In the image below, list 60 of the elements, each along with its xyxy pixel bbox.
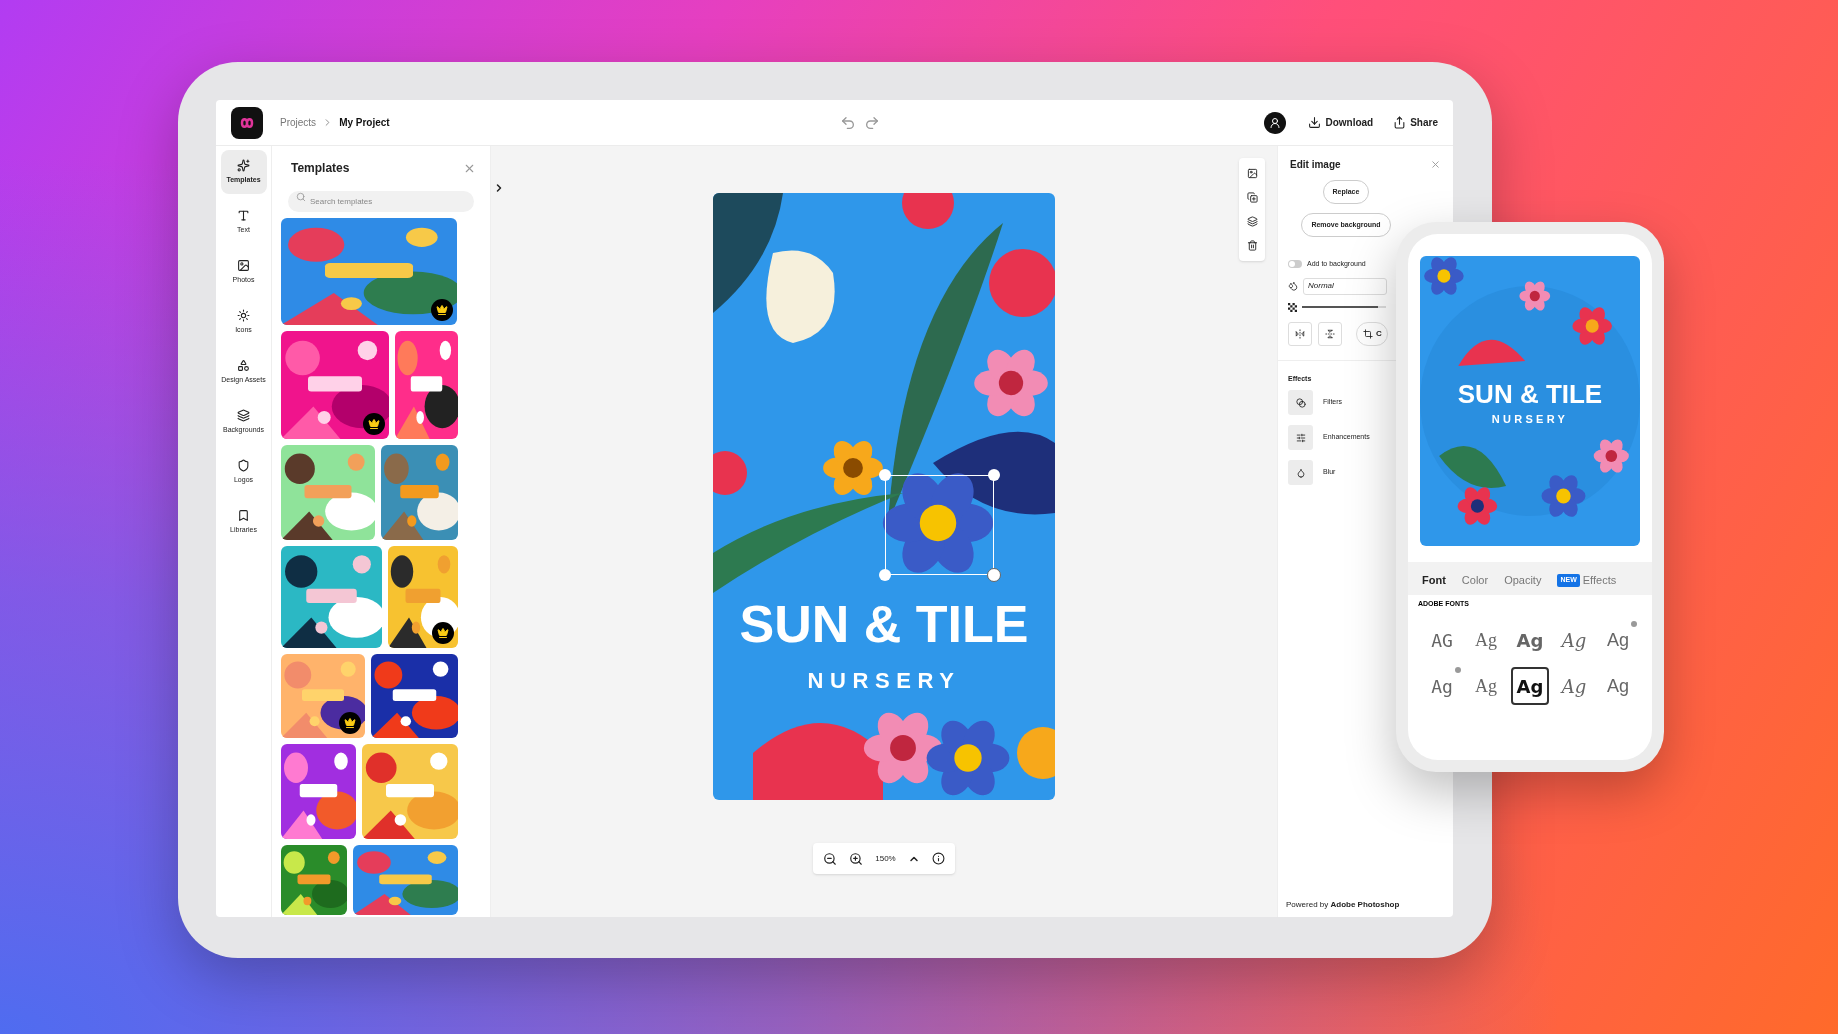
search-field[interactable]: Search templates	[288, 191, 474, 212]
selection-frame[interactable]	[878, 468, 1001, 582]
font-tile[interactable]: Ag	[1599, 621, 1637, 659]
search-icon	[296, 192, 306, 202]
bookmark-icon	[237, 508, 250, 522]
font-tile[interactable]: Ag	[1467, 667, 1505, 705]
phone-tab[interactable]: Opacity	[1504, 572, 1542, 589]
zoom-level[interactable]: 150%	[875, 852, 896, 865]
font-tile[interactable]: Ag	[1467, 621, 1505, 659]
panel-title: Templates	[291, 160, 350, 177]
zoom-out-icon[interactable]	[823, 851, 838, 866]
download-button[interactable]: Download	[1308, 115, 1374, 130]
font-tile[interactable]: Ag	[1555, 621, 1593, 659]
image-icon	[237, 258, 250, 272]
flip-vertical-icon	[1325, 328, 1335, 339]
checkerboard-icon	[1288, 302, 1297, 312]
circles-icon	[1295, 397, 1306, 408]
trash-icon[interactable]	[1246, 240, 1258, 251]
footer-credit: Powered by Adobe Photoshop	[1285, 899, 1401, 911]
droplet-icon	[1295, 467, 1306, 478]
phone-tab[interactable]: Color	[1461, 572, 1489, 589]
undo-button[interactable]	[840, 114, 856, 131]
font-tile[interactable]: Ag	[1511, 621, 1549, 659]
breadcrumb-link[interactable]: Projects	[280, 115, 317, 130]
crop-icon	[1363, 328, 1373, 339]
layers-icon	[237, 408, 250, 422]
share-icon	[1393, 116, 1407, 129]
zoom-in-icon[interactable]	[849, 851, 864, 866]
design-title: SUN & TILE	[1457, 381, 1603, 407]
flip-vertical-button[interactable]	[1318, 321, 1342, 346]
breadcrumb-link[interactable]: My Project	[339, 115, 390, 130]
avatar-icon[interactable]	[1264, 111, 1287, 134]
blend-mode-field[interactable]: Normal	[1303, 277, 1387, 295]
redo-button[interactable]	[864, 114, 880, 131]
duplicate-icon[interactable]	[1246, 192, 1258, 203]
close-icon[interactable]	[1430, 159, 1441, 170]
font-tile[interactable]: Ag	[1599, 667, 1637, 705]
font-tile[interactable]: Ag	[1423, 667, 1461, 705]
share-button[interactable]: Share	[1393, 115, 1438, 130]
sliders-icon	[1295, 432, 1306, 443]
font-tile[interactable]: Ag	[1511, 667, 1549, 705]
sun-icon	[237, 308, 250, 322]
font-tile[interactable]: AG	[1423, 621, 1461, 659]
text-icon	[237, 208, 250, 222]
font-tile[interactable]: Ag	[1555, 667, 1593, 705]
flip-horizontal-button[interactable]	[1288, 321, 1312, 346]
toggle-switch[interactable]	[1288, 260, 1302, 269]
panel-title: Edit image	[1290, 158, 1341, 172]
shapes-icon	[237, 358, 250, 372]
app-logo-icon[interactable]	[231, 106, 263, 139]
sparkle-icon	[237, 158, 250, 172]
info-icon[interactable]	[931, 852, 945, 865]
droplets-icon	[1288, 281, 1298, 291]
layers-icon[interactable]	[1246, 216, 1258, 227]
download-icon	[1308, 116, 1322, 129]
shield-icon	[237, 458, 250, 472]
flip-horizontal-icon	[1295, 328, 1305, 339]
phone-tab[interactable]: Font	[1422, 572, 1446, 589]
design-subtitle: NURSERY	[1491, 412, 1569, 427]
image-icon[interactable]	[1246, 168, 1258, 179]
